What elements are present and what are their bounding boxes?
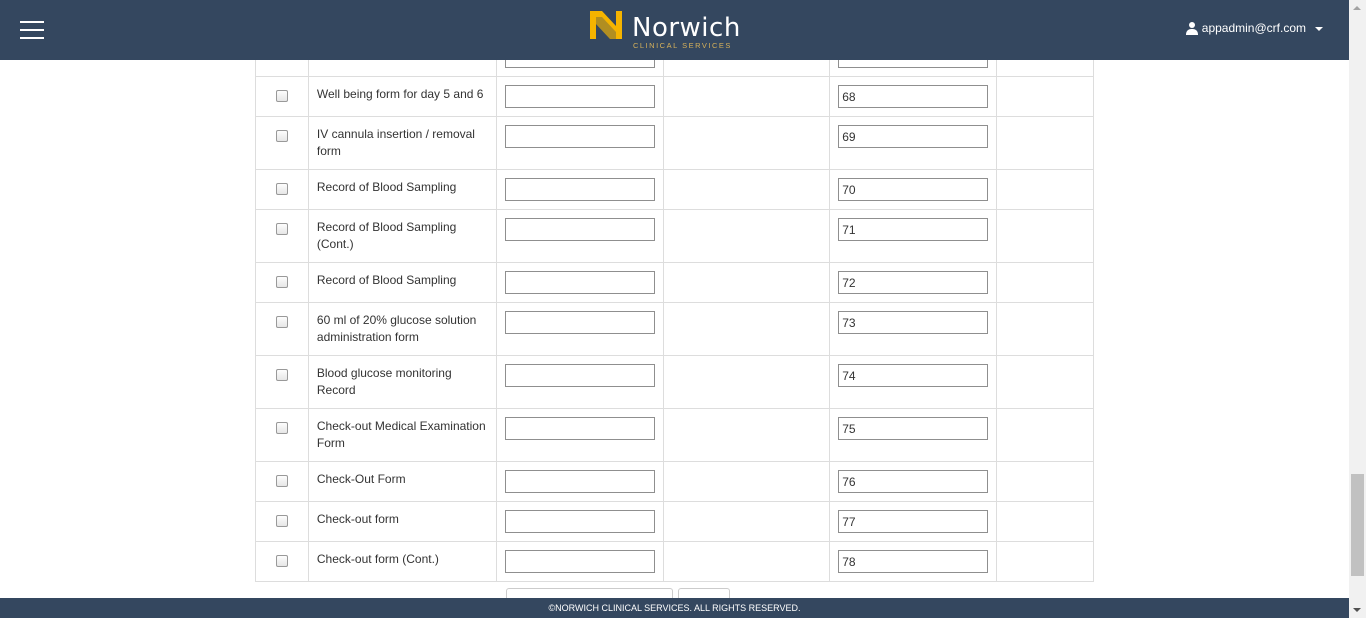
scroll-down-icon[interactable] bbox=[1353, 608, 1361, 612]
logo-mark-icon bbox=[590, 11, 622, 39]
form-name: Record of Blood Sampling (Cont.) bbox=[307, 209, 497, 263]
form-order-input[interactable] bbox=[838, 417, 989, 440]
scroll-up-icon[interactable] bbox=[1353, 6, 1361, 10]
top-navbar: Norwich CLINICAL SERVICES appadmin@crf.c… bbox=[0, 0, 1349, 60]
form-field-input[interactable] bbox=[504, 311, 655, 334]
form-name: IV cannula insertion / removal form bbox=[307, 116, 497, 170]
form-order-input[interactable] bbox=[838, 218, 989, 241]
form-name: Blood glucose monitoring Record bbox=[307, 355, 497, 409]
form-order-input[interactable] bbox=[838, 550, 989, 573]
row-select-checkbox[interactable] bbox=[275, 475, 288, 487]
user-email: appadmin@crf.com bbox=[1201, 21, 1306, 35]
form-field-input[interactable] bbox=[504, 550, 655, 573]
row-select-checkbox[interactable] bbox=[275, 276, 288, 288]
page-scrollbar[interactable] bbox=[1349, 0, 1366, 618]
form-order-input[interactable] bbox=[838, 125, 989, 148]
form-field-input[interactable] bbox=[504, 417, 655, 440]
row-select-checkbox[interactable] bbox=[275, 515, 288, 527]
form-name: Well being form for day 5 and 6 bbox=[307, 76, 497, 117]
form-order-input[interactable] bbox=[838, 85, 989, 108]
forms-table: Well being form for day 5 and 6IV cannul… bbox=[255, 35, 1094, 582]
row-select-checkbox[interactable] bbox=[275, 316, 288, 328]
caret-down-icon bbox=[1315, 27, 1323, 31]
form-order-input[interactable] bbox=[838, 178, 989, 201]
form-order-input[interactable] bbox=[838, 470, 989, 493]
row-select-checkbox[interactable] bbox=[275, 422, 288, 434]
form-name: Record of Blood Sampling bbox=[307, 169, 497, 210]
footer-copyright: ©NORWICH CLINICAL SERVICES. ALL RIGHTS R… bbox=[548, 603, 801, 613]
brand-subtitle: CLINICAL SERVICES bbox=[633, 41, 732, 50]
footer: ©NORWICH CLINICAL SERVICES. ALL RIGHTS R… bbox=[0, 598, 1349, 618]
table-row: Check-out form (Cont.) bbox=[255, 541, 1094, 582]
row-select-checkbox[interactable] bbox=[275, 130, 288, 142]
table-row: Record of Blood Sampling bbox=[255, 262, 1094, 303]
table-row: IV cannula insertion / removal form bbox=[255, 116, 1094, 170]
form-field-input[interactable] bbox=[504, 178, 655, 201]
form-order-input[interactable] bbox=[838, 311, 989, 334]
form-name: Check-out form (Cont.) bbox=[307, 541, 497, 582]
form-order-input[interactable] bbox=[838, 364, 989, 387]
user-icon bbox=[1185, 21, 1198, 35]
table-row: Record of Blood Sampling (Cont.) bbox=[255, 209, 1094, 263]
table-row: Check-out Medical Examination Form bbox=[255, 408, 1094, 462]
scrollbar-thumb[interactable] bbox=[1351, 474, 1364, 576]
table-row: Well being form for day 5 and 6 bbox=[255, 76, 1094, 117]
form-field-input[interactable] bbox=[504, 271, 655, 294]
table-row: Record of Blood Sampling bbox=[255, 169, 1094, 210]
row-select-checkbox[interactable] bbox=[275, 223, 288, 235]
row-select-checkbox[interactable] bbox=[275, 90, 288, 102]
form-order-input[interactable] bbox=[838, 271, 989, 294]
form-name: 60 ml of 20% glucose solution administra… bbox=[307, 302, 497, 356]
form-name: Record of Blood Sampling bbox=[307, 262, 497, 303]
table-row: Check-out form bbox=[255, 501, 1094, 542]
form-field-input[interactable] bbox=[504, 218, 655, 241]
hamburger-icon[interactable] bbox=[20, 21, 44, 39]
table-row: Blood glucose monitoring Record bbox=[255, 355, 1094, 409]
form-field-input[interactable] bbox=[504, 470, 655, 493]
main-content: Well being form for day 5 and 6IV cannul… bbox=[0, 0, 1349, 618]
form-name: Check-out form bbox=[307, 501, 497, 542]
row-select-checkbox[interactable] bbox=[275, 369, 288, 381]
form-field-input[interactable] bbox=[504, 510, 655, 533]
form-field-input[interactable] bbox=[504, 85, 655, 108]
user-menu[interactable]: appadmin@crf.com bbox=[1185, 21, 1323, 35]
table-row: Check-Out Form bbox=[255, 461, 1094, 502]
row-select-checkbox[interactable] bbox=[275, 555, 288, 567]
form-name: Check-out Medical Examination Form bbox=[307, 408, 497, 462]
table-row: 60 ml of 20% glucose solution administra… bbox=[255, 302, 1094, 356]
form-order-input[interactable] bbox=[838, 510, 989, 533]
form-name: Check-Out Form bbox=[307, 461, 497, 502]
row-select-checkbox[interactable] bbox=[275, 183, 288, 195]
brand-logo[interactable]: Norwich CLINICAL SERVICES bbox=[588, 9, 764, 51]
form-field-input[interactable] bbox=[504, 125, 655, 148]
brand-name: Norwich bbox=[632, 13, 741, 43]
form-field-input[interactable] bbox=[504, 364, 655, 387]
